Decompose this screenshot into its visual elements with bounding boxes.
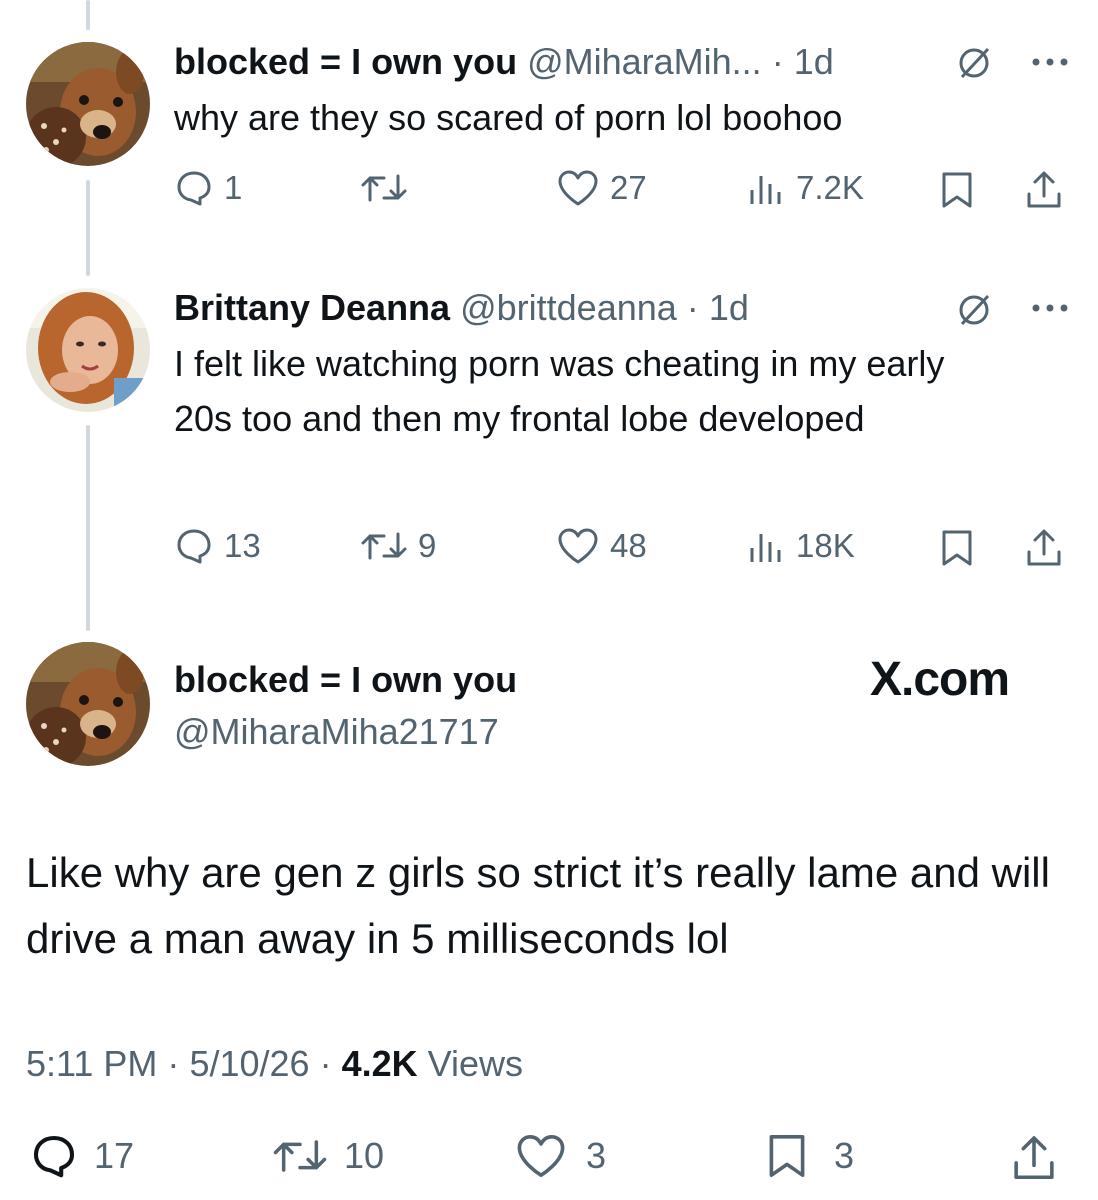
- post-time[interactable]: 5:11 PM: [26, 1043, 157, 1084]
- separator-dot: ·: [319, 1043, 332, 1084]
- repost-button[interactable]: [360, 168, 418, 208]
- display-name[interactable]: Brittany Deanna: [174, 287, 450, 328]
- reply-header: blocked = I own you @MiharaMih... · 1d: [174, 40, 834, 84]
- share-icon: [1014, 1136, 1054, 1180]
- like-button[interactable]: 48: [556, 526, 647, 566]
- share-button[interactable]: [1010, 1132, 1058, 1182]
- thread-line-top: [86, 0, 90, 30]
- reply-text: why are they so scared of porn lol booho…: [174, 97, 843, 138]
- like-icon: [558, 170, 598, 206]
- reply-icon: [177, 171, 211, 206]
- handle[interactable]: @brittdeanna: [460, 287, 677, 328]
- post-text: Like why are gen z girls so strict it’s …: [26, 849, 1050, 962]
- avatar[interactable]: [26, 642, 150, 766]
- bookmark-icon: [769, 1135, 805, 1177]
- share-button[interactable]: [1024, 168, 1064, 210]
- avatar[interactable]: [26, 42, 150, 166]
- reply-count: 1: [224, 169, 243, 206]
- reply-text: I felt like watching porn was cheating i…: [174, 343, 945, 439]
- reply-button[interactable]: 13: [174, 526, 261, 566]
- views-button[interactable]: 18K: [746, 526, 855, 566]
- separator-dot: ·: [686, 287, 699, 328]
- thread-line-2: [86, 425, 90, 631]
- views-icon: [750, 176, 781, 204]
- repost-count: 10: [344, 1135, 385, 1176]
- bookmark-button[interactable]: 3: [764, 1132, 854, 1180]
- bookmark-button[interactable]: [938, 528, 976, 568]
- share-button[interactable]: [1024, 526, 1064, 568]
- views-count: 4.2K: [341, 1043, 418, 1084]
- views-count: 7.2K: [796, 169, 864, 206]
- handle[interactable]: @MiharaMih...: [527, 41, 762, 82]
- repost-button[interactable]: 10: [272, 1132, 384, 1180]
- x-logo: X.com: [870, 653, 1010, 706]
- repost-button[interactable]: 9: [360, 526, 436, 566]
- like-count: 48: [610, 527, 647, 564]
- repost-icon: [361, 532, 407, 560]
- share-icon: [1027, 529, 1061, 566]
- reply-count: 17: [94, 1135, 135, 1176]
- bookmark-icon: [942, 530, 972, 566]
- handle[interactable]: @MiharaMiha21717: [174, 710, 499, 754]
- share-icon: [1027, 171, 1061, 208]
- reply-count: 13: [224, 527, 261, 564]
- display-name[interactable]: blocked = I own you: [174, 658, 517, 702]
- bookmark-button[interactable]: [938, 170, 976, 210]
- repost-icon: [273, 1140, 327, 1172]
- like-button[interactable]: 3: [514, 1132, 606, 1180]
- reply-icon: [177, 529, 211, 564]
- bookmark-count: 3: [834, 1135, 855, 1176]
- no-entry-icon: [959, 294, 990, 326]
- views-count: 18K: [796, 527, 855, 564]
- separator-dot: ·: [167, 1043, 180, 1084]
- bookmark-icon: [942, 172, 972, 208]
- views-icon: [750, 534, 781, 562]
- like-count: 3: [586, 1135, 607, 1176]
- like-button[interactable]: 27: [556, 168, 647, 208]
- repost-icon: [361, 174, 407, 202]
- post-date[interactable]: 5/10/26: [189, 1043, 309, 1084]
- reply-button[interactable]: 1: [174, 168, 242, 208]
- no-entry-icon: [959, 47, 990, 79]
- separator-dot: ·: [771, 41, 784, 82]
- reply-icon: [33, 1135, 75, 1178]
- reply-header: Brittany Deanna @brittdeanna · 1d: [174, 286, 749, 330]
- like-icon: [558, 528, 598, 564]
- views-button[interactable]: 7.2K: [746, 168, 864, 208]
- repost-count: 9: [418, 527, 437, 564]
- post-meta: 5:11 PM · 5/10/26 · 4.2K Views: [26, 1040, 523, 1088]
- more-icon[interactable]: [1030, 56, 1070, 68]
- display-name[interactable]: blocked = I own you: [174, 41, 517, 82]
- more-icon[interactable]: [1030, 302, 1070, 314]
- thread-line-1: [86, 180, 90, 276]
- views-label: Views: [427, 1043, 524, 1084]
- like-icon: [517, 1135, 565, 1177]
- avatar[interactable]: [26, 288, 150, 412]
- like-count: 27: [610, 169, 647, 206]
- timestamp[interactable]: 1d: [794, 41, 834, 82]
- reply-button[interactable]: 17: [30, 1132, 134, 1180]
- timestamp[interactable]: 1d: [709, 287, 749, 328]
